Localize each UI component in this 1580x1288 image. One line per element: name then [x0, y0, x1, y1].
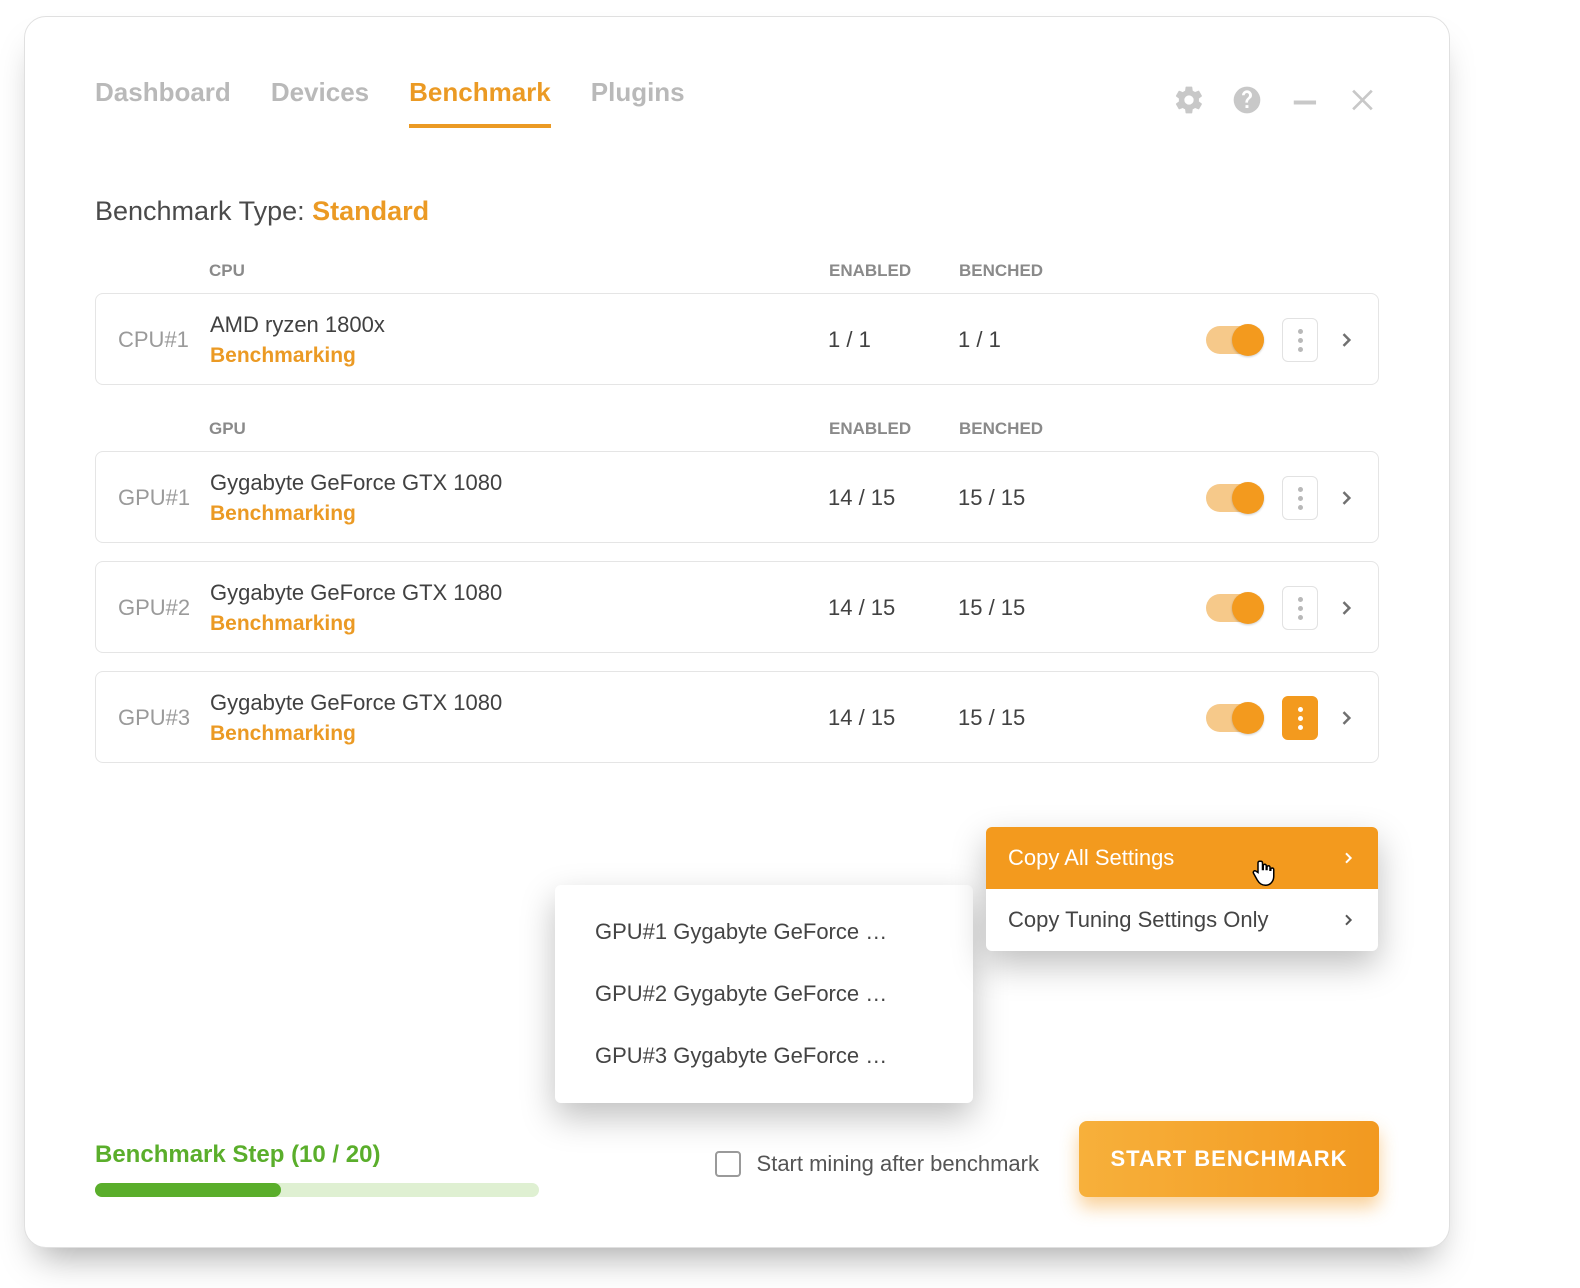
menu-item-label: Copy Tuning Settings Only: [1008, 907, 1268, 933]
copy-target-gpu1[interactable]: GPU#1 Gygabyte GeForce …: [555, 901, 973, 963]
device-row-gpu3: GPU#3 Gygabyte GeForce GTX 1080 Benchmar…: [95, 671, 1379, 763]
device-benched: 1 / 1: [958, 327, 1086, 353]
device-toggle[interactable]: [1206, 704, 1264, 732]
device-id: GPU#1: [118, 485, 210, 511]
copy-target-gpu3[interactable]: GPU#3 Gygabyte GeForce …: [555, 1025, 973, 1087]
device-name: Gygabyte GeForce GTX 1080: [210, 470, 828, 496]
section-heading-gpu: GPU ENABLED BENCHED: [95, 419, 1379, 451]
help-icon[interactable]: [1231, 84, 1263, 116]
gear-icon[interactable]: [1173, 84, 1205, 116]
progress-track: [95, 1183, 539, 1197]
copy-all-settings[interactable]: Copy All Settings: [986, 827, 1378, 889]
app-window: Dashboard Devices Benchmark Plugins ‒ Be…: [24, 16, 1450, 1248]
tab-benchmark[interactable]: Benchmark: [409, 71, 551, 128]
device-enabled: 1 / 1: [828, 327, 958, 353]
benchmark-progress: Benchmark Step (10 / 20): [95, 1141, 539, 1197]
tab-dashboard[interactable]: Dashboard: [95, 71, 231, 128]
menu-item-label: Copy All Settings: [1008, 845, 1174, 871]
col-heading-benched: BENCHED: [959, 261, 1087, 281]
device-menu-button[interactable]: [1282, 696, 1318, 740]
minimize-icon[interactable]: ‒: [1289, 84, 1321, 116]
device-id: GPU#3: [118, 705, 210, 731]
section-cpu: CPU ENABLED BENCHED CPU#1 AMD ryzen 1800…: [95, 261, 1379, 385]
section-heading-cpu: CPU ENABLED BENCHED: [95, 261, 1379, 293]
chevron-right-icon[interactable]: [1336, 330, 1356, 350]
tab-plugins[interactable]: Plugins: [591, 71, 685, 128]
device-id: GPU#2: [118, 595, 210, 621]
device-id: CPU#1: [118, 327, 210, 353]
device-status: Benchmarking: [210, 612, 828, 636]
device-benched: 15 / 15: [958, 485, 1086, 511]
copy-target-gpu2[interactable]: GPU#2 Gygabyte GeForce …: [555, 963, 973, 1025]
device-row-gpu1: GPU#1 Gygabyte GeForce GTX 1080 Benchmar…: [95, 451, 1379, 543]
copy-tuning-only[interactable]: Copy Tuning Settings Only: [986, 889, 1378, 951]
nav-row: Dashboard Devices Benchmark Plugins ‒: [95, 71, 1379, 128]
chevron-right-icon: [1340, 850, 1356, 866]
device-status: Benchmarking: [210, 722, 828, 746]
device-enabled: 14 / 15: [828, 485, 958, 511]
window-controls: ‒: [1173, 84, 1379, 116]
device-status: Benchmarking: [210, 502, 828, 526]
device-name: Gygabyte GeForce GTX 1080: [210, 580, 828, 606]
copy-settings-menu: Copy All Settings Copy Tuning Settings O…: [986, 827, 1378, 951]
col-heading-device: CPU: [209, 261, 829, 281]
chevron-right-icon[interactable]: [1336, 488, 1356, 508]
col-heading-enabled: ENABLED: [829, 419, 959, 439]
col-heading-benched: BENCHED: [959, 419, 1087, 439]
device-benched: 15 / 15: [958, 595, 1086, 621]
device-status: Benchmarking: [210, 344, 828, 368]
benchmark-type: Benchmark Type: Standard: [95, 196, 1379, 227]
device-row-gpu2: GPU#2 Gygabyte GeForce GTX 1080 Benchmar…: [95, 561, 1379, 653]
progress-fill: [95, 1183, 281, 1197]
section-gpu: GPU ENABLED BENCHED GPU#1 Gygabyte GeFor…: [95, 419, 1379, 763]
start-mining-label: Start mining after benchmark: [757, 1151, 1039, 1177]
start-mining-checkbox[interactable]: [715, 1151, 741, 1177]
close-icon[interactable]: [1347, 84, 1379, 116]
nav-tabs: Dashboard Devices Benchmark Plugins: [95, 71, 685, 128]
device-toggle[interactable]: [1206, 326, 1264, 354]
chevron-right-icon[interactable]: [1336, 598, 1356, 618]
copy-target-menu: GPU#1 Gygabyte GeForce … GPU#2 Gygabyte …: [555, 885, 973, 1103]
device-menu-button[interactable]: [1282, 318, 1318, 362]
benchmark-type-value: Standard: [312, 196, 429, 226]
device-menu-button[interactable]: [1282, 586, 1318, 630]
device-name: Gygabyte GeForce GTX 1080: [210, 690, 828, 716]
tab-devices[interactable]: Devices: [271, 71, 369, 128]
device-enabled: 14 / 15: [828, 705, 958, 731]
col-heading-enabled: ENABLED: [829, 261, 959, 281]
device-toggle[interactable]: [1206, 484, 1264, 512]
device-enabled: 14 / 15: [828, 595, 958, 621]
device-name: AMD ryzen 1800x: [210, 312, 828, 338]
device-toggle[interactable]: [1206, 594, 1264, 622]
start-mining-option: Start mining after benchmark: [715, 1131, 1039, 1177]
col-heading-device: GPU: [209, 419, 829, 439]
chevron-right-icon: [1340, 912, 1356, 928]
chevron-right-icon[interactable]: [1336, 708, 1356, 728]
progress-label: Benchmark Step (10 / 20): [95, 1141, 539, 1169]
footer: Benchmark Step (10 / 20) Start mining af…: [95, 1111, 1379, 1197]
device-menu-button[interactable]: [1282, 476, 1318, 520]
device-benched: 15 / 15: [958, 705, 1086, 731]
start-benchmark-button[interactable]: START BENCHMARK: [1079, 1121, 1379, 1197]
benchmark-type-label: Benchmark Type:: [95, 196, 305, 226]
device-row-cpu1: CPU#1 AMD ryzen 1800x Benchmarking 1 / 1…: [95, 293, 1379, 385]
